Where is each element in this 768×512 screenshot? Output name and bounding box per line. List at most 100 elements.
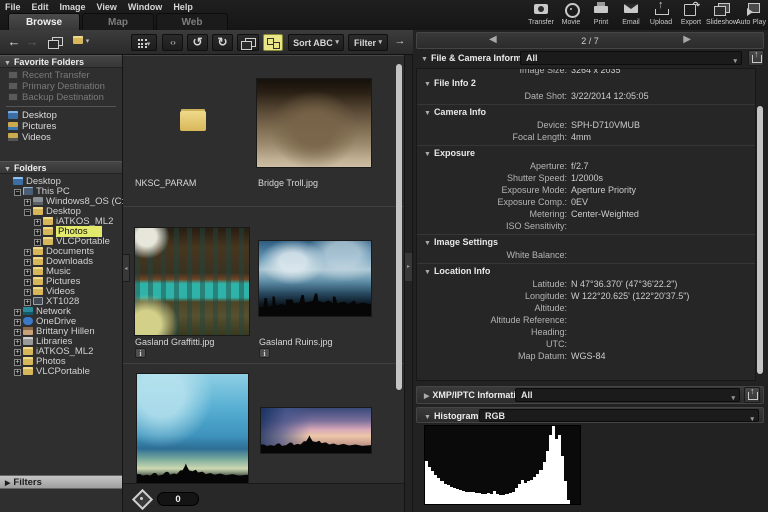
metadata-section-title[interactable]: ▼Camera Info	[417, 106, 755, 119]
tree-expander[interactable]: −	[24, 209, 31, 216]
next-image-button[interactable]: ▶	[683, 34, 691, 45]
tree-expander[interactable]: +	[24, 269, 31, 276]
tab-map[interactable]: Map	[82, 13, 154, 30]
chevron-down-icon: ▾	[379, 39, 383, 46]
tree-expander[interactable]: +	[14, 339, 21, 346]
scrollbar-thumb[interactable]	[757, 106, 763, 374]
action-email-button[interactable]: Email	[616, 2, 646, 29]
rotate-ccw-button[interactable]: ↺	[187, 34, 208, 51]
action-upload-button[interactable]: Upload	[646, 2, 676, 29]
metadata-label: Shutter Speed:	[417, 172, 567, 184]
favorite-folders-header[interactable]: ▼Favorite Folders	[0, 55, 122, 68]
label-tag-icon[interactable]	[133, 490, 150, 507]
metadata-section-title[interactable]: ▼Image Settings	[417, 236, 755, 249]
favorite-backup-destination[interactable]: Backup Destination	[0, 92, 122, 103]
thumbnail-scrollbar[interactable]	[396, 62, 402, 502]
tree-expander[interactable]: +	[14, 329, 21, 336]
thumbnail-gasland-graffitti[interactable]	[135, 228, 249, 335]
xmp-filter-dropdown[interactable]: All▾	[515, 388, 740, 402]
rotate-cw-button[interactable]: ↻	[212, 34, 233, 51]
share-metadata-button[interactable]	[748, 50, 764, 66]
sort-button[interactable]: Sort ABC ▾	[288, 34, 344, 51]
favorite-recent-transfer[interactable]: Recent Transfer	[0, 70, 122, 81]
thumbnail-name[interactable]: Bridge Troll.jpg	[258, 178, 318, 188]
chevron-down-icon: ▼	[424, 110, 431, 117]
action-print-button[interactable]: Print	[586, 2, 616, 29]
action-label: Slideshow	[706, 19, 736, 26]
collapse-sidebar-handle[interactable]: ◂	[123, 254, 130, 282]
thumbnail-name[interactable]: NKSC_PARAM	[135, 178, 196, 188]
tree-expander[interactable]: −	[14, 189, 21, 196]
tree-expander[interactable]: +	[34, 219, 41, 226]
export-icon	[682, 2, 700, 15]
chevron-down-icon: ▼	[421, 56, 428, 63]
collapse-thumbnails-handle[interactable]: ▸	[405, 253, 412, 281]
label-count-badge[interactable]: 0	[157, 492, 199, 506]
info-badge-icon[interactable]: i	[259, 348, 270, 358]
action-export-button[interactable]: Export	[676, 2, 706, 29]
metadata-label: Latitude:	[417, 278, 567, 290]
action-slideshow-button[interactable]: Slideshow	[706, 2, 736, 29]
favorite-desktop[interactable]: Desktop	[0, 110, 122, 121]
histogram-channel-dropdown[interactable]: RGB▾	[479, 409, 759, 422]
metadata-row: Altitude:	[417, 302, 755, 314]
metadata-scrollbar[interactable]	[757, 72, 763, 378]
thumbnail-name[interactable]: Gasland Ruins.jpg	[259, 337, 333, 347]
section-title[interactable]: ▶XMP/IPTC Information	[424, 390, 527, 400]
thumbnail-sunset-skyline[interactable]	[261, 408, 371, 453]
thumbnail-bridge-troll[interactable]	[257, 79, 371, 167]
filter-button[interactable]: Filter ▾	[348, 34, 388, 51]
tree-expander[interactable]: +	[14, 309, 21, 316]
tree-expander[interactable]: +	[14, 359, 21, 366]
filters-header[interactable]: ▶Filters	[0, 475, 122, 489]
favorite-videos[interactable]: Videos	[0, 132, 122, 143]
metadata-row: UTC:	[417, 338, 755, 350]
metadata-section-title[interactable]: ▼Exposure	[417, 147, 755, 160]
tree-expander[interactable]: +	[14, 369, 21, 376]
folders-header[interactable]: ▼Folders	[0, 161, 122, 174]
fit-thumbnails-button[interactable]: ‹ ›	[162, 34, 183, 51]
tree-expander[interactable]: +	[14, 319, 21, 326]
tree-expander[interactable]: +	[24, 279, 31, 286]
tab-web[interactable]: Web	[156, 13, 228, 30]
open-in-transfer-button[interactable]	[46, 34, 64, 51]
info-badge-icon[interactable]: i	[135, 348, 146, 358]
compare-toggle-button[interactable]	[263, 34, 283, 51]
favorite-primary-destination[interactable]: Primary Destination	[0, 81, 122, 92]
stack-button[interactable]	[237, 34, 259, 51]
metadata-section-title[interactable]: ▼Location Info	[417, 265, 755, 278]
tree-expander[interactable]: +	[24, 299, 31, 306]
tree-expander[interactable]: +	[24, 289, 31, 296]
grid-view-icon	[138, 39, 147, 48]
tree-expander[interactable]: +	[24, 249, 31, 256]
scrollbar-thumb[interactable]	[396, 64, 402, 390]
back-button[interactable]: ←	[6, 34, 22, 51]
tree-expander[interactable]: +	[34, 239, 41, 246]
tree-item-vlcportable[interactable]: +VLCPortable	[0, 367, 122, 377]
view-mode-button[interactable]: ▾	[131, 34, 157, 51]
tree-expander[interactable]: +	[24, 259, 31, 266]
thumbnail-blue-sky[interactable]	[137, 374, 248, 484]
tree-expander[interactable]: +	[34, 229, 41, 236]
detach-filmstrip-button[interactable]: →	[391, 34, 409, 51]
divider	[6, 106, 116, 107]
tab-browse[interactable]: Browse	[8, 13, 80, 30]
metadata-value	[567, 249, 571, 261]
forward-button[interactable]: →	[24, 34, 40, 51]
section-title[interactable]: ▼Histogram	[424, 411, 478, 421]
image-navigator: ◀ 2 / 7 ▶	[416, 32, 764, 49]
pane-splitter[interactable]: ▸	[404, 55, 413, 512]
thumbnail-gasland-ruins[interactable]	[259, 241, 371, 316]
favorite-pictures[interactable]: Pictures	[0, 121, 122, 132]
action-movie-button[interactable]: Movie	[556, 2, 586, 29]
folder-actions-button[interactable]: ▾	[68, 34, 94, 51]
metadata-section-title[interactable]: ▼File Info 2	[417, 77, 755, 90]
share-xmp-button[interactable]	[744, 387, 760, 403]
file-camera-filter-dropdown[interactable]: All▾	[520, 51, 742, 65]
tree-expander[interactable]: +	[24, 199, 31, 206]
thumbnail-name[interactable]: Gasland Graffitti.jpg	[135, 337, 214, 347]
tree-expander[interactable]: +	[14, 349, 21, 356]
action-transfer-button[interactable]: Transfer	[526, 2, 556, 29]
action-auto-play-button[interactable]: Auto Play	[736, 2, 766, 29]
folder-thumbnail[interactable]	[180, 111, 206, 131]
